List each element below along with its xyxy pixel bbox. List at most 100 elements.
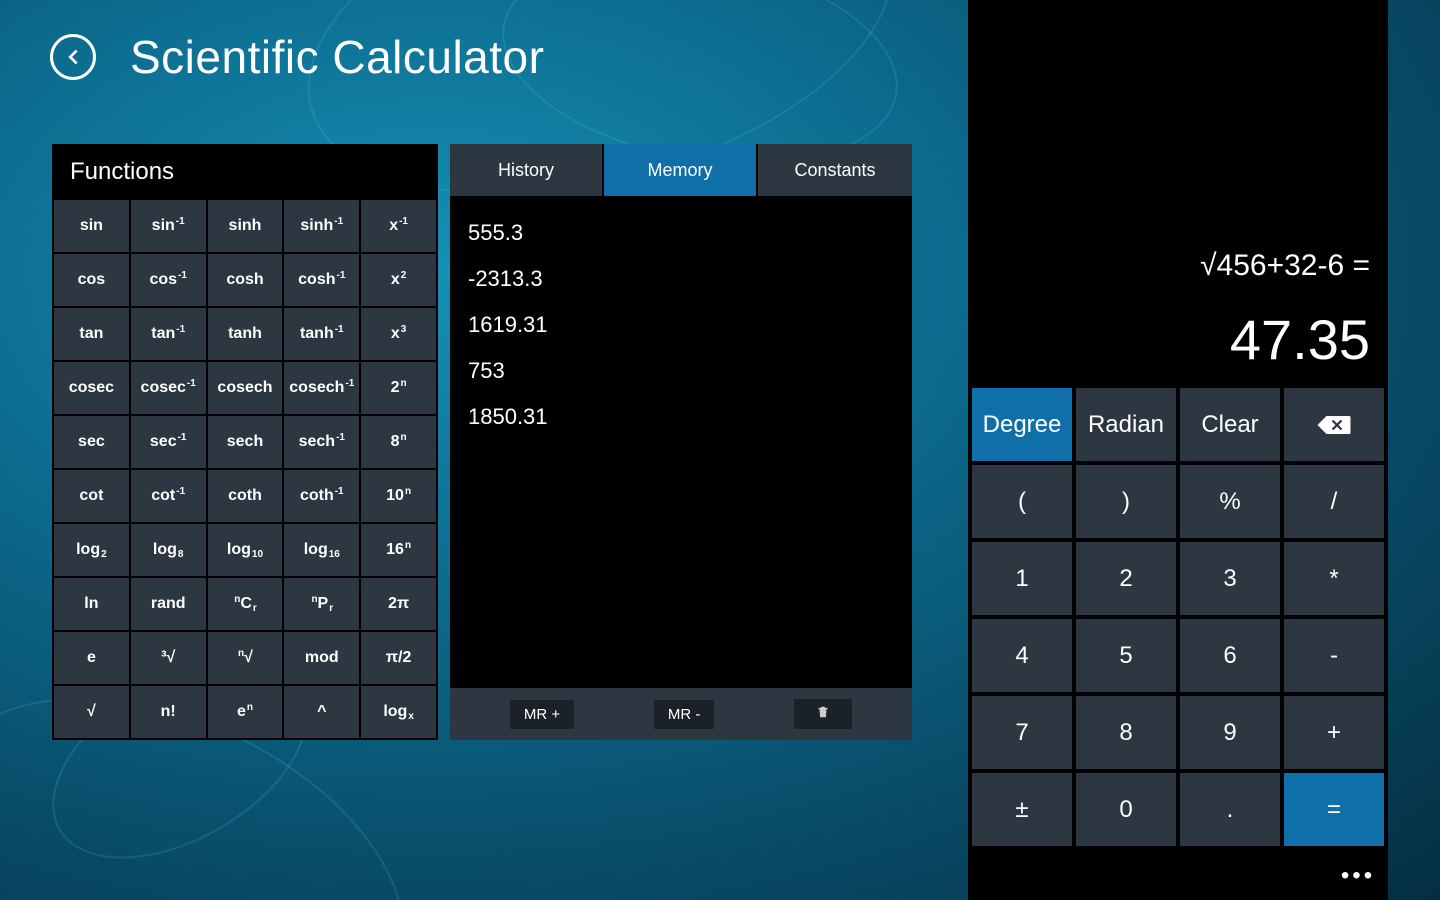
function-cosh[interactable]: cosh <box>208 254 283 306</box>
memory-item[interactable]: 1850.31 <box>468 394 894 440</box>
back-button[interactable] <box>50 34 96 80</box>
function-sin-1[interactable]: sin-1 <box>131 200 206 252</box>
key-%[interactable]: % <box>1180 465 1280 538</box>
function-log10[interactable]: log10 <box>208 524 283 576</box>
function-cosech-1[interactable]: cosech-1 <box>284 362 359 414</box>
key-3[interactable]: 3 <box>1180 542 1280 615</box>
key-5[interactable]: 5 <box>1076 619 1176 692</box>
function-en[interactable]: en <box>208 686 283 738</box>
function-cosec-1[interactable]: cosec-1 <box>131 362 206 414</box>
function-log2[interactable]: log2 <box>54 524 129 576</box>
backspace-button[interactable] <box>1284 388 1384 461</box>
function-cos-1[interactable]: cos-1 <box>131 254 206 306</box>
function-sinh[interactable]: sinh <box>208 200 283 252</box>
trash-icon <box>816 705 830 719</box>
function-x3[interactable]: x3 <box>361 308 436 360</box>
key-=[interactable]: = <box>1284 773 1384 846</box>
key-1[interactable]: 1 <box>972 542 1072 615</box>
function-coth[interactable]: coth <box>208 470 283 522</box>
key-)[interactable]: ) <box>1076 465 1176 538</box>
function-sech-1[interactable]: sech-1 <box>284 416 359 468</box>
function-coth-1[interactable]: coth-1 <box>284 470 359 522</box>
function-ln[interactable]: ln <box>54 578 129 630</box>
function-8n[interactable]: 8n <box>361 416 436 468</box>
function-16n[interactable]: 16n <box>361 524 436 576</box>
function-cosec[interactable]: cosec <box>54 362 129 414</box>
function-n![interactable]: n! <box>131 686 206 738</box>
function-cosh-1[interactable]: cosh-1 <box>284 254 359 306</box>
key--[interactable]: - <box>1284 619 1384 692</box>
key-8[interactable]: 8 <box>1076 696 1176 769</box>
function-logx[interactable]: logx <box>361 686 436 738</box>
memory-item[interactable]: 1619.31 <box>468 302 894 348</box>
function-tan[interactable]: tan <box>54 308 129 360</box>
memory-item[interactable]: 555.3 <box>468 210 894 256</box>
display: √456+32-6 = 47.35 <box>968 0 1388 388</box>
key-0[interactable]: 0 <box>1076 773 1176 846</box>
key-±[interactable]: ± <box>972 773 1072 846</box>
function-cos[interactable]: cos <box>54 254 129 306</box>
function-tan-1[interactable]: tan-1 <box>131 308 206 360</box>
function-nCr[interactable]: nCr <box>208 578 283 630</box>
memory-item[interactable]: 753 <box>468 348 894 394</box>
memory-actions: MR + MR - <box>450 688 912 740</box>
memory-list: 555.3-2313.31619.317531850.31 <box>450 196 912 688</box>
radian-mode[interactable]: Radian <box>1076 388 1176 461</box>
function-√[interactable]: √ <box>54 686 129 738</box>
function-mod[interactable]: mod <box>284 632 359 684</box>
function-x2[interactable]: x2 <box>361 254 436 306</box>
function-log8[interactable]: log8 <box>131 524 206 576</box>
key-/[interactable]: / <box>1284 465 1384 538</box>
function-cosech[interactable]: cosech <box>208 362 283 414</box>
memory-item[interactable]: -2313.3 <box>468 256 894 302</box>
functions-title: Functions <box>52 144 438 200</box>
function-nPr[interactable]: nPr <box>284 578 359 630</box>
function-x-1[interactable]: x-1 <box>361 200 436 252</box>
function-tanh-1[interactable]: tanh-1 <box>284 308 359 360</box>
tab-constants[interactable]: Constants <box>758 144 912 196</box>
key-.[interactable]: . <box>1180 773 1280 846</box>
degree-mode[interactable]: Degree <box>972 388 1072 461</box>
function-π/2[interactable]: π/2 <box>361 632 436 684</box>
function-³√[interactable]: ³√ <box>131 632 206 684</box>
function-sech[interactable]: sech <box>208 416 283 468</box>
function-cot[interactable]: cot <box>54 470 129 522</box>
function-^[interactable]: ^ <box>284 686 359 738</box>
function-log16[interactable]: log16 <box>284 524 359 576</box>
key-([interactable]: ( <box>972 465 1072 538</box>
key-7[interactable]: 7 <box>972 696 1072 769</box>
more-menu-button[interactable]: ••• <box>1340 862 1376 890</box>
result-readout: 47.35 <box>1230 307 1370 372</box>
expression-readout: √456+32-6 = <box>1200 249 1370 283</box>
function-cot-1[interactable]: cot-1 <box>131 470 206 522</box>
backspace-icon <box>1316 414 1352 436</box>
mr-minus-button[interactable]: MR - <box>654 700 715 729</box>
function-sec-1[interactable]: sec-1 <box>131 416 206 468</box>
function-rand[interactable]: rand <box>131 578 206 630</box>
key-9[interactable]: 9 <box>1180 696 1280 769</box>
key-2[interactable]: 2 <box>1076 542 1176 615</box>
mr-plus-button[interactable]: MR + <box>510 700 574 729</box>
function-10n[interactable]: 10n <box>361 470 436 522</box>
header: Scientific Calculator <box>0 0 968 84</box>
key-+[interactable]: + <box>1284 696 1384 769</box>
tab-history[interactable]: History <box>450 144 604 196</box>
key-*[interactable]: * <box>1284 542 1384 615</box>
tab-memory[interactable]: Memory <box>604 144 758 196</box>
function-sinh-1[interactable]: sinh-1 <box>284 200 359 252</box>
left-region: Scientific Calculator Functions sinsin-1… <box>0 0 968 900</box>
function-sec[interactable]: sec <box>54 416 129 468</box>
clear-button[interactable]: Clear <box>1180 388 1280 461</box>
function-2n[interactable]: 2n <box>361 362 436 414</box>
functions-panel: Functions sinsin-1sinhsinh-1x-1coscos-1c… <box>52 144 438 740</box>
function-2π[interactable]: 2π <box>361 578 436 630</box>
app-title: Scientific Calculator <box>130 30 544 84</box>
function-sin[interactable]: sin <box>54 200 129 252</box>
key-4[interactable]: 4 <box>972 619 1072 692</box>
key-6[interactable]: 6 <box>1180 619 1280 692</box>
function-e[interactable]: e <box>54 632 129 684</box>
function-tanh[interactable]: tanh <box>208 308 283 360</box>
memory-delete-button[interactable] <box>794 699 852 729</box>
function-n√[interactable]: n√ <box>208 632 283 684</box>
keypad-region: √456+32-6 = 47.35 DegreeRadianClear()%/1… <box>968 0 1388 900</box>
